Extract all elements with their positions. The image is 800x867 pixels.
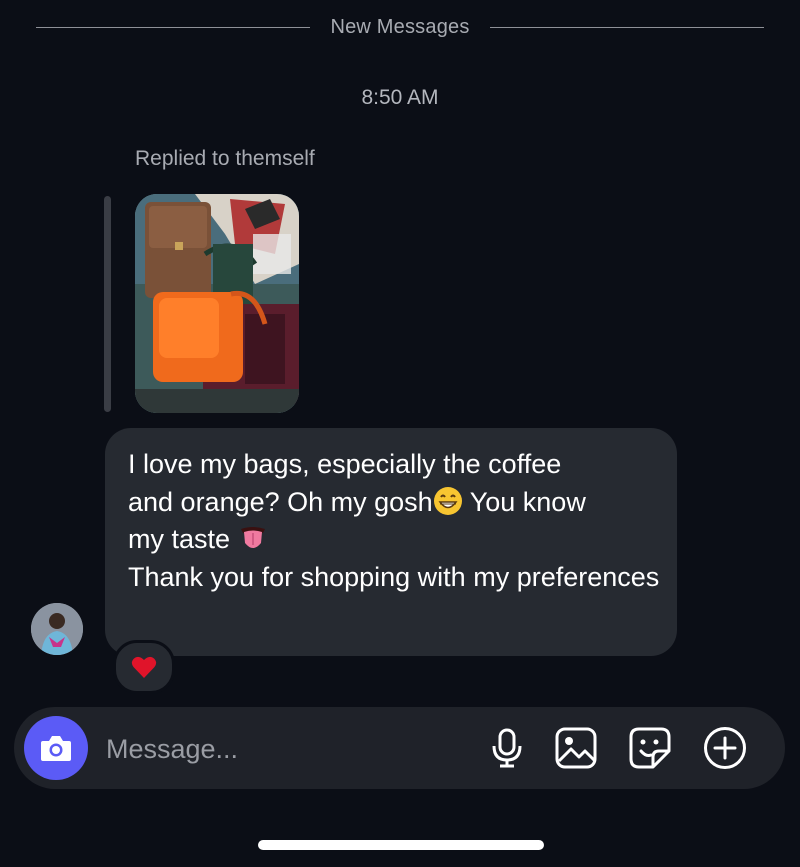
camera-button[interactable] bbox=[24, 716, 88, 780]
message-line: Thank you for shopping with my preferenc… bbox=[128, 561, 660, 592]
microphone-icon bbox=[492, 728, 522, 768]
reply-quote-bar bbox=[104, 196, 111, 412]
message-input[interactable] bbox=[104, 727, 408, 771]
avatar-image bbox=[31, 603, 83, 655]
gallery-icon bbox=[555, 727, 597, 769]
sticker-icon bbox=[629, 727, 671, 769]
message-timestamp: 8:50 AM bbox=[361, 86, 439, 109]
sender-avatar[interactable] bbox=[31, 603, 83, 655]
add-button[interactable] bbox=[702, 725, 748, 771]
tongue-emoji bbox=[240, 527, 265, 548]
camera-icon bbox=[41, 736, 71, 761]
message-composer bbox=[14, 707, 785, 789]
message-text: I love my bags, especially the coffee an… bbox=[128, 446, 668, 596]
grinning-face-emoji bbox=[433, 486, 462, 515]
home-indicator[interactable] bbox=[258, 840, 544, 850]
new-messages-label: New Messages bbox=[330, 15, 470, 38]
new-messages-divider: New Messages bbox=[36, 12, 764, 42]
message-bubble[interactable]: I love my bags, especially the coffee an… bbox=[105, 428, 677, 656]
reaction-badge[interactable] bbox=[113, 640, 175, 694]
divider-line-left bbox=[36, 26, 311, 28]
heart-icon bbox=[131, 656, 157, 678]
sticker-button[interactable] bbox=[627, 725, 673, 771]
divider-line-right bbox=[489, 26, 764, 28]
message-line: I love my bags, especially the coffee bbox=[128, 449, 562, 479]
microphone-button[interactable] bbox=[484, 725, 530, 771]
chat-screen: New Messages 8:50 AM Replied to themself bbox=[0, 0, 800, 867]
message-line: and orange? Oh my gosh You know bbox=[128, 486, 586, 517]
message-line: my taste bbox=[128, 521, 668, 559]
replied-photo-thumbnail[interactable] bbox=[135, 194, 299, 413]
gallery-button[interactable] bbox=[553, 725, 599, 771]
reply-context-label: Replied to themself bbox=[135, 147, 315, 170]
bags-photo bbox=[135, 194, 299, 413]
add-icon bbox=[704, 727, 746, 769]
